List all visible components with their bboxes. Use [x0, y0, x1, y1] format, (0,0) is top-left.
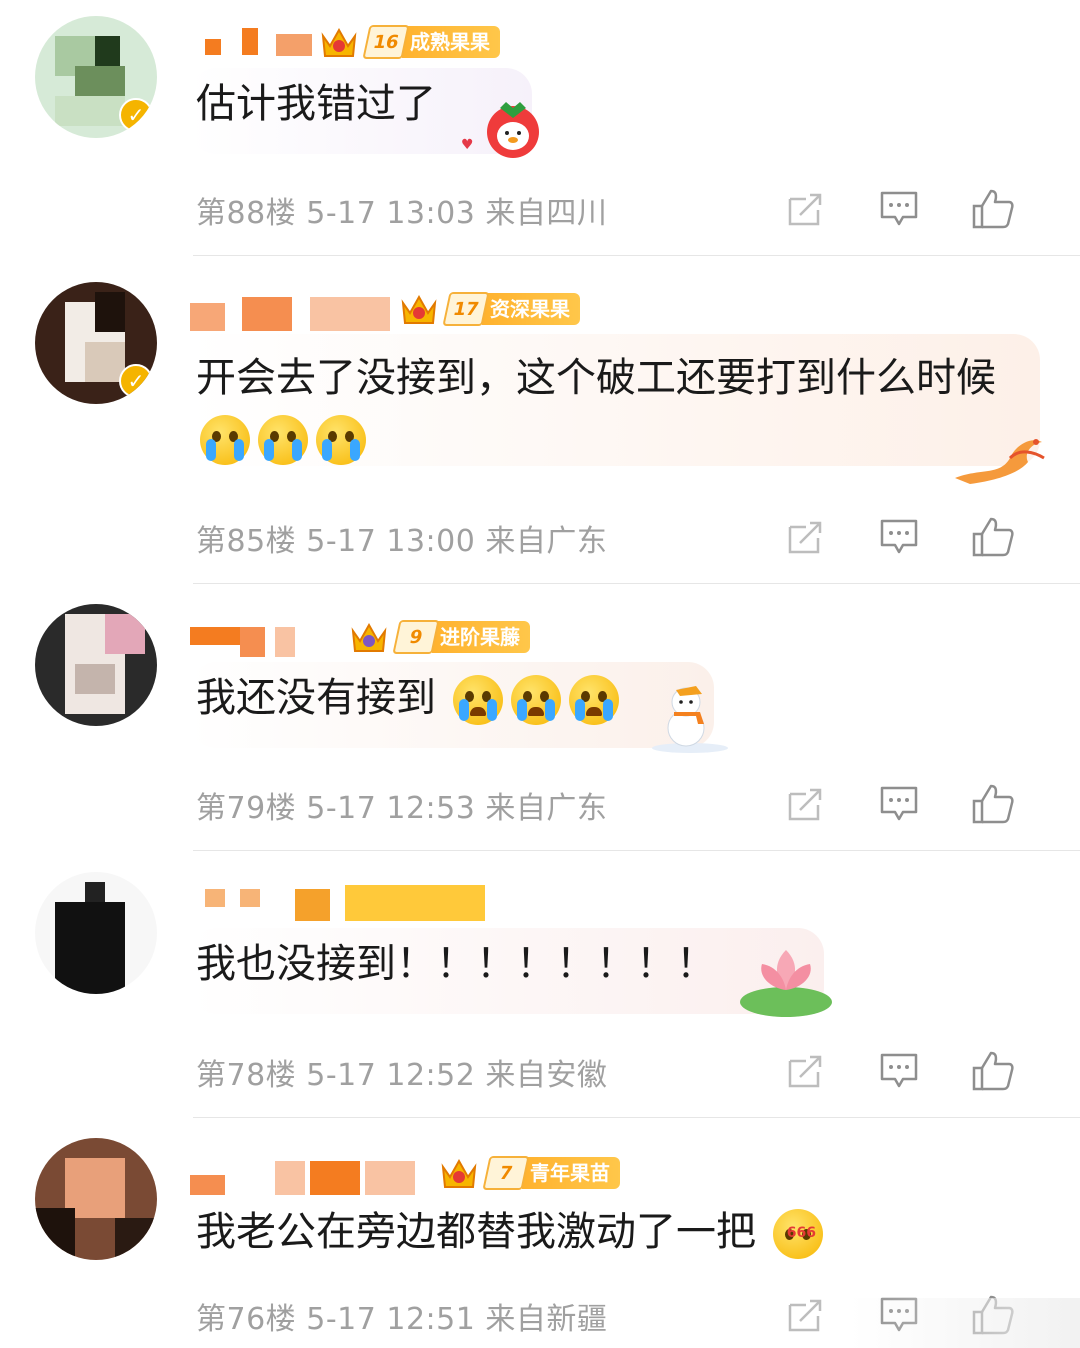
username[interactable] — [190, 617, 340, 657]
share-icon — [788, 788, 822, 821]
bawling-emoji — [568, 675, 619, 725]
level-number: 7 — [482, 1156, 530, 1190]
comment-icon — [880, 1053, 918, 1088]
comment-meta: 第85楼 5-17 13:00 来自广东 — [196, 516, 607, 560]
share-button[interactable] — [758, 1290, 852, 1340]
watermark — [850, 1298, 1080, 1348]
crying-emoji — [200, 415, 250, 465]
thumbs-up-icon — [972, 517, 1014, 557]
verified-icon: ✓ — [119, 98, 153, 132]
comment-text: 我老公在旁边都替我激动了一把 — [196, 1209, 756, 1255]
level-title: 资深果果 — [482, 293, 580, 325]
comment-time: 5-17 12:52 — [306, 1058, 476, 1093]
share-icon — [788, 1299, 822, 1332]
comment-text: 开会去了没接到，这个破工还要打到什么时候 — [196, 355, 996, 401]
share-icon — [788, 193, 822, 226]
comment-meta: 第78楼 5-17 12:52 来自安徽 — [196, 1050, 607, 1094]
comment-bubble[interactable]: 估计我错过了 — [190, 68, 532, 154]
ip-location: 来自广东 — [485, 791, 608, 826]
like-button[interactable] — [946, 1046, 1040, 1096]
reply-button[interactable] — [852, 512, 946, 562]
ip-location: 来自四川 — [485, 196, 608, 231]
username[interactable] — [190, 22, 312, 62]
comment-icon — [880, 786, 918, 821]
strawberry-duck-sticker — [482, 100, 544, 164]
heart-icon: ♥ — [461, 137, 474, 153]
level-title: 进阶果藤 — [432, 621, 530, 653]
crown-icon — [398, 289, 440, 329]
like-button[interactable] — [946, 779, 1040, 829]
comment-text: 我还没有接到 — [196, 675, 436, 721]
comment-bubble[interactable]: 我也没接到！！！！！！！！ — [190, 928, 824, 1014]
bawling-emoji — [452, 675, 503, 725]
comment-time: 5-17 12:51 — [306, 1302, 476, 1337]
level-title: 青年果苗 — [522, 1157, 620, 1189]
share-icon — [788, 521, 822, 554]
floor-number: 第78楼 — [196, 1058, 297, 1093]
comment-meta: 第88楼 5-17 13:03 来自四川 — [196, 188, 607, 232]
thumbs-up-icon — [972, 1051, 1014, 1091]
bawling-emoji — [510, 675, 561, 725]
avatar[interactable]: ✓ — [35, 282, 157, 404]
ip-location: 来自广东 — [485, 524, 608, 559]
share-button[interactable] — [758, 512, 852, 562]
comment-bubble[interactable]: 我还没有接到 — [190, 662, 714, 748]
comment-time: 5-17 12:53 — [306, 791, 476, 826]
avatar[interactable]: ✓ — [35, 16, 157, 138]
floor-number: 第85楼 — [196, 524, 297, 559]
level-badge: 17 资深果果 — [442, 292, 580, 326]
share-button[interactable] — [758, 184, 852, 234]
like-button[interactable] — [946, 184, 1040, 234]
reply-button[interactable] — [852, 779, 946, 829]
share-button[interactable] — [758, 779, 852, 829]
666-emoji: 666 — [772, 1209, 823, 1259]
comment-time: 5-17 13:03 — [306, 196, 476, 231]
username[interactable] — [190, 881, 490, 921]
comment-text: 估计我错过了 — [196, 81, 436, 127]
ip-location: 来自安徽 — [485, 1058, 608, 1093]
level-number: 16 — [362, 25, 410, 59]
crying-emoji — [258, 415, 308, 465]
username[interactable] — [190, 289, 390, 331]
level-badge: 7 青年果苗 — [482, 1156, 620, 1190]
comment-bubble[interactable]: 开会去了没接到，这个破工还要打到什么时候 — [190, 334, 1040, 466]
share-button[interactable] — [758, 1046, 852, 1096]
thumbs-up-icon — [972, 189, 1014, 229]
reply-button[interactable] — [852, 1046, 946, 1096]
verified-icon: ✓ — [119, 364, 153, 398]
crown-icon — [438, 1153, 480, 1193]
thumbs-up-icon — [972, 784, 1014, 824]
crown-icon — [318, 22, 360, 62]
username[interactable] — [190, 1153, 430, 1195]
comment-bubble[interactable]: 我老公在旁边都替我激动了一把 666 — [190, 1196, 894, 1282]
floor-number: 第79楼 — [196, 791, 297, 826]
comment-text: 我也没接到！！！！！！！！ — [196, 941, 716, 987]
floor-number: 第88楼 — [196, 196, 297, 231]
reply-button[interactable] — [852, 184, 946, 234]
level-badge: 16 成熟果果 — [362, 25, 500, 59]
like-button[interactable] — [946, 512, 1040, 562]
avatar[interactable] — [35, 872, 157, 994]
crown-icon — [348, 617, 390, 657]
level-number: 9 — [392, 620, 440, 654]
level-badge: 9 进阶果藤 — [392, 620, 530, 654]
phoenix-sticker — [950, 428, 1050, 490]
comment-icon — [880, 191, 918, 226]
level-title: 成熟果果 — [402, 26, 500, 58]
comment-meta: 第76楼 5-17 12:51 来自新疆 — [196, 1294, 607, 1338]
share-icon — [788, 1055, 822, 1088]
floor-number: 第76楼 — [196, 1302, 297, 1337]
ip-location: 来自新疆 — [485, 1302, 608, 1337]
comment-icon — [880, 519, 918, 554]
level-number: 17 — [442, 292, 490, 326]
comment-time: 5-17 13:00 — [306, 524, 476, 559]
avatar[interactable] — [35, 604, 157, 726]
snowman-sticker — [650, 676, 730, 758]
lotus-sticker — [738, 940, 838, 1024]
avatar[interactable] — [35, 1138, 157, 1260]
comment-meta: 第79楼 5-17 12:53 来自广东 — [196, 783, 607, 827]
crying-emoji — [316, 415, 366, 465]
